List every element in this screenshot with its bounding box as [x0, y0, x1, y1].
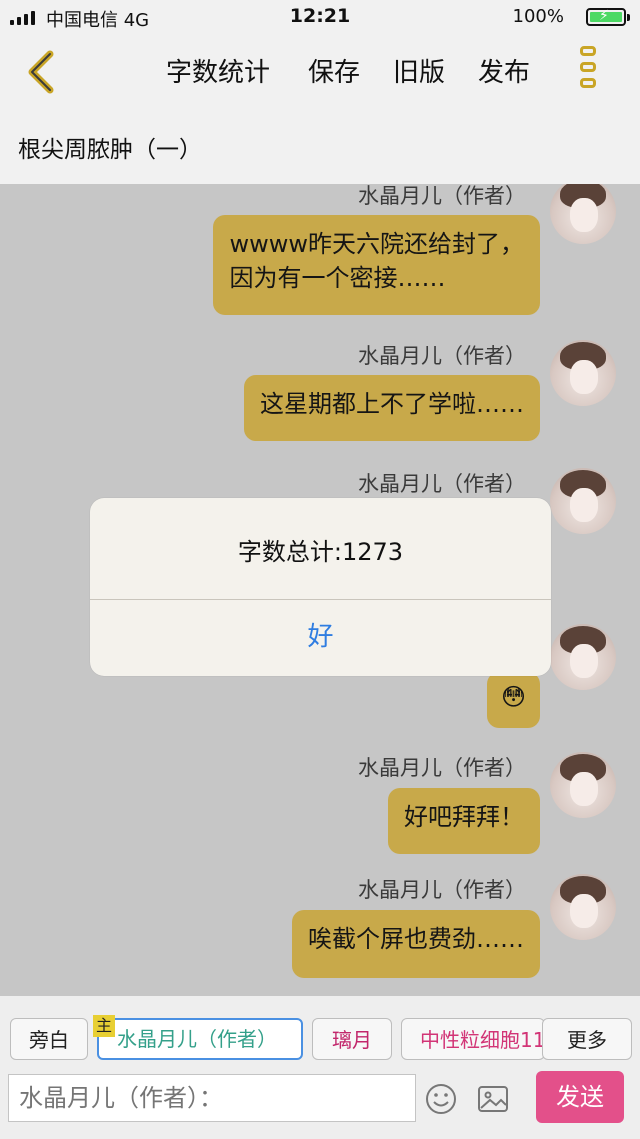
role-narration[interactable]: 旁白 [10, 1018, 88, 1060]
sender-name: 水晶月儿（作者） [358, 878, 526, 902]
message-line: 唉截个屏也费劲…… [308, 925, 524, 953]
avatar[interactable] [550, 184, 616, 244]
image-icon[interactable] [476, 1082, 510, 1116]
more-menu-icon[interactable] [576, 46, 600, 98]
message-line: 好吧拜拜！ [404, 803, 524, 831]
message-line: wwww昨天六院还给封了， [229, 230, 524, 258]
word-count-button[interactable]: 字数统计 [166, 52, 270, 89]
message-input[interactable] [8, 1074, 416, 1122]
nav-bar: 字数统计 保存 旧版 发布 [0, 36, 640, 108]
more-roles-button[interactable]: 更多 [542, 1018, 632, 1060]
sender-name: 水晶月儿（作者） [358, 472, 526, 496]
emoji-flushed-icon: 😳 [500, 683, 526, 711]
avatar[interactable] [550, 468, 616, 534]
avatar[interactable] [550, 340, 616, 406]
role-author[interactable]: 水晶月儿（作者） [97, 1018, 303, 1060]
story-title: 根尖周脓肿（一） [18, 137, 202, 163]
word-count-alert: 字数总计:1273 好 [90, 498, 551, 676]
sender-name: 水晶月儿（作者） [358, 756, 526, 780]
story-title-bar: 根尖周脓肿（一） [0, 108, 640, 184]
message-bubble[interactable]: wwww昨天六院还给封了， 因为有一个密接…… [213, 215, 540, 315]
message-bubble[interactable]: 唉截个屏也费劲…… [292, 910, 540, 978]
sender-name: 水晶月儿（作者） [358, 344, 526, 368]
save-button[interactable]: 保存 [308, 52, 360, 89]
message-bubble[interactable]: 好吧拜拜！ [388, 788, 540, 854]
input-bar: 发送 [0, 1068, 640, 1139]
message-line: 因为有一个密接…… [229, 264, 446, 292]
battery-icon: ⚡ [586, 8, 630, 26]
back-icon[interactable] [22, 48, 66, 96]
alert-ok-button[interactable]: 好 [90, 600, 551, 676]
avatar[interactable] [550, 624, 616, 690]
role-neutrophil[interactable]: 中性粒细胞11 [401, 1018, 545, 1060]
publish-button[interactable]: 发布 [478, 52, 530, 89]
sender-name: 水晶月儿（作者） [358, 184, 526, 208]
avatar[interactable] [550, 874, 616, 940]
message-line: 这星期都上不了学啦…… [260, 390, 524, 418]
role-liyue[interactable]: 璃月 [312, 1018, 392, 1060]
role-selector-bar: 旁白 水晶月儿（作者） 主 璃月 中性粒细胞11 更多 [0, 996, 640, 1068]
message-bubble[interactable]: 😳 [486, 672, 540, 728]
alert-message: 字数总计:1273 [237, 538, 404, 566]
status-bar: 中国电信 4G 12:21 100% ⚡ [0, 0, 640, 36]
battery-percent: 100% [512, 6, 564, 27]
send-button[interactable]: 发送 [536, 1071, 624, 1123]
main-role-badge: 主 [93, 1015, 115, 1037]
avatar[interactable] [550, 752, 616, 818]
message-bubble[interactable]: 这星期都上不了学啦…… [244, 375, 540, 441]
emoji-icon[interactable] [424, 1082, 458, 1116]
old-version-button[interactable]: 旧版 [393, 52, 445, 89]
